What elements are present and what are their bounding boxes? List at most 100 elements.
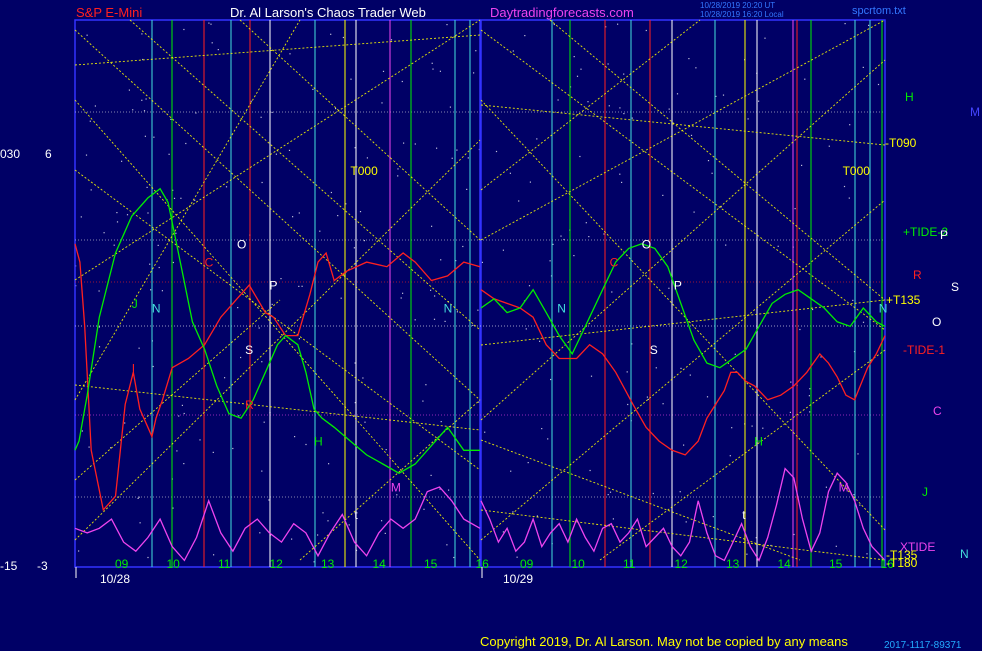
star <box>617 23 619 25</box>
star <box>607 63 609 65</box>
star <box>240 356 242 359</box>
star <box>178 415 180 417</box>
star <box>317 534 319 536</box>
series-xtide-day1 <box>74 486 481 562</box>
star <box>688 58 690 60</box>
right-label: P <box>940 228 949 242</box>
star <box>804 78 806 80</box>
right-label: +T135 <box>886 293 921 307</box>
star <box>448 489 450 491</box>
star <box>866 553 868 555</box>
star <box>573 255 575 257</box>
star <box>145 98 147 100</box>
angle-line <box>74 19 301 401</box>
angle-line <box>239 19 481 241</box>
star <box>623 73 625 75</box>
star <box>502 249 504 251</box>
star <box>212 451 214 453</box>
right-label: M <box>970 105 980 119</box>
star <box>794 208 796 210</box>
star <box>539 340 541 342</box>
date-label-1: 10/28 <box>100 572 131 586</box>
marker-letter: T000 <box>843 164 871 178</box>
star <box>801 164 803 166</box>
star <box>631 117 633 119</box>
star <box>149 263 151 265</box>
marker-letter: N <box>152 302 161 316</box>
star <box>271 111 273 113</box>
star <box>868 24 870 26</box>
star <box>431 62 433 64</box>
star <box>668 287 670 289</box>
star <box>809 388 811 390</box>
star <box>683 444 685 446</box>
star <box>689 374 691 376</box>
star <box>86 34 88 36</box>
star <box>722 94 725 96</box>
right-label: C <box>933 404 942 418</box>
star <box>747 118 749 120</box>
star <box>210 23 212 25</box>
star <box>509 172 511 174</box>
star <box>362 377 364 379</box>
star <box>250 100 252 102</box>
left-axis-top-left: 030 <box>0 147 21 161</box>
angle-line <box>74 19 481 281</box>
star <box>541 428 543 430</box>
star <box>877 83 880 86</box>
star <box>612 518 614 520</box>
star <box>646 396 648 398</box>
star <box>423 508 425 510</box>
star <box>590 375 593 377</box>
right-label: S <box>951 280 960 294</box>
star <box>453 556 455 559</box>
star <box>857 453 859 455</box>
star <box>258 327 260 329</box>
star <box>449 106 451 108</box>
star <box>440 259 442 261</box>
star <box>147 556 149 559</box>
angle-line <box>480 29 886 331</box>
star <box>319 230 321 232</box>
star <box>153 136 155 138</box>
star <box>183 412 185 415</box>
star <box>790 381 792 383</box>
star <box>298 212 300 214</box>
star <box>400 297 402 299</box>
star <box>340 297 342 299</box>
star <box>472 324 474 326</box>
star <box>825 486 827 488</box>
angle-line <box>480 439 801 561</box>
right-label: -T180 <box>886 556 918 570</box>
angle-line <box>599 349 886 561</box>
marker-letter: S <box>245 343 253 357</box>
star-field <box>75 22 880 563</box>
star <box>853 494 855 496</box>
star <box>147 212 149 214</box>
star <box>181 404 183 406</box>
star <box>402 292 404 294</box>
star <box>422 400 424 402</box>
star <box>655 367 657 369</box>
star <box>518 200 520 202</box>
right-label: H <box>905 90 914 104</box>
angle-line <box>480 19 701 191</box>
star <box>144 135 146 137</box>
star <box>185 142 187 145</box>
star <box>627 403 629 406</box>
star <box>385 449 387 451</box>
star <box>685 521 687 523</box>
star <box>456 311 458 313</box>
star <box>484 431 486 433</box>
star <box>695 67 697 69</box>
star <box>446 24 448 26</box>
star <box>524 35 526 37</box>
star <box>516 556 518 558</box>
star <box>261 181 263 184</box>
left-axis-bottom-right: -3 <box>37 559 48 573</box>
star <box>430 474 432 476</box>
star <box>859 504 861 506</box>
marker-letter: N <box>444 302 453 316</box>
star <box>194 199 196 201</box>
star <box>327 520 329 522</box>
